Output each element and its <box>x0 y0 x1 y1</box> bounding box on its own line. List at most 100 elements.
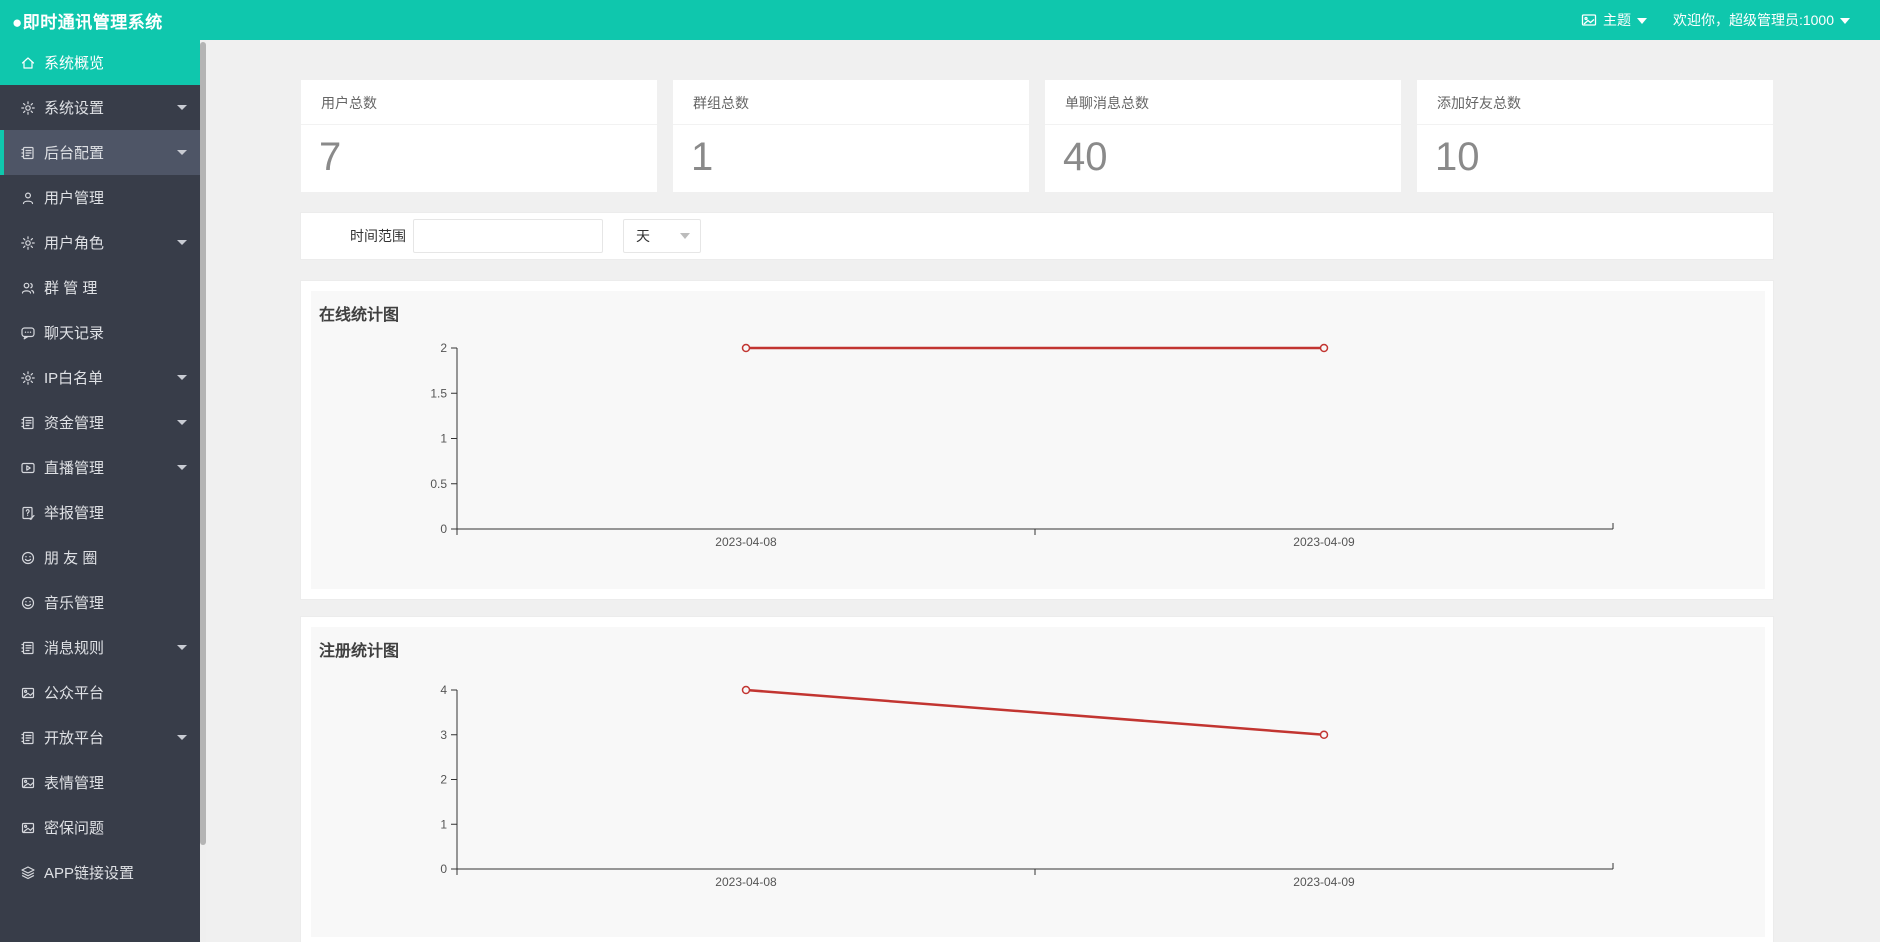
svg-text:2023-04-08: 2023-04-08 <box>715 535 777 549</box>
stats-row: 用户总数 7 群组总数 1 单聊消息总数 40 添加好友总数 10 <box>300 79 1774 193</box>
sidebar-item-9[interactable]: 直播管理 <box>0 445 200 490</box>
sidebar-item-6[interactable]: 聊天记录 <box>0 310 200 355</box>
chevron-down-icon <box>177 240 187 245</box>
sidebar-item-label: 资金管理 <box>44 415 105 432</box>
video-icon <box>20 460 36 476</box>
chart-title: 在线统计图 <box>319 307 400 324</box>
sidebar-item-label: 密保问题 <box>44 820 105 837</box>
image-icon <box>20 685 36 701</box>
gear-icon <box>20 370 36 386</box>
scrollbar-thumb[interactable] <box>200 42 206 845</box>
sidebar-item-label: 朋 友 圈 <box>44 550 98 567</box>
svg-text:4: 4 <box>440 683 447 697</box>
stat-value: 40 <box>1063 135 1108 179</box>
sidebar-item-label: 用户角色 <box>44 235 105 252</box>
clipboard-icon <box>20 640 36 656</box>
stat-value: 10 <box>1435 135 1480 179</box>
clipboard-icon <box>20 415 36 431</box>
welcome-text: 欢迎你，超级管理员:1000 <box>1672 12 1834 28</box>
stat-card-1: 群组总数 1 <box>672 79 1030 193</box>
sidebar-item-label: 系统概览 <box>44 55 105 72</box>
stat-card-3: 添加好友总数 10 <box>1416 79 1774 193</box>
online-chart-panel: 在线统计图 0 0.5 1 1.5 2 2023-04-08 2023-04-09 <box>300 280 1774 600</box>
sidebar-item-14[interactable]: 公众平台 <box>0 670 200 715</box>
sidebar-item-13[interactable]: 消息规则 <box>0 625 200 670</box>
register-chart-panel: 注册统计图 0 1 2 3 4 2023-04-08 2023-04-09 <box>300 616 1774 942</box>
chevron-down-icon <box>177 420 187 425</box>
svg-text:1: 1 <box>440 817 447 831</box>
app-title: ●即时通讯管理系统 <box>12 12 163 32</box>
clipboard-icon <box>20 730 36 746</box>
date-range-input[interactable] <box>413 219 603 253</box>
interval-select-value: 天 <box>636 228 650 244</box>
theme-menu[interactable]: 主题 <box>1581 10 1647 30</box>
stat-value: 1 <box>691 135 714 179</box>
sidebar-item-11[interactable]: 朋 友 圈 <box>0 535 200 580</box>
svg-text:2: 2 <box>440 341 447 355</box>
sidebar-item-8[interactable]: 资金管理 <box>0 400 200 445</box>
sidebar-item-label: 开放平台 <box>44 730 105 747</box>
sidebar-item-0[interactable]: 系统概览 <box>0 40 200 85</box>
register-line-chart: 0 1 2 3 4 2023-04-08 2023-04-09 <box>440 683 1614 889</box>
user-icon <box>20 190 36 206</box>
sidebar-item-label: 直播管理 <box>44 460 105 477</box>
user-menu[interactable]: 欢迎你，超级管理员:1000 <box>1673 10 1850 30</box>
sidebar-scrollbar[interactable] <box>200 40 206 942</box>
layers-icon <box>20 865 36 881</box>
sidebar-item-1[interactable]: 系统设置 <box>0 85 200 130</box>
chevron-down-icon <box>177 150 187 155</box>
svg-text:2023-04-09: 2023-04-09 <box>1293 875 1355 889</box>
online-line-chart: 0 0.5 1 1.5 2 2023-04-08 2023-04-09 <box>430 341 1614 549</box>
sidebar-item-label: 后台配置 <box>44 145 105 162</box>
stat-label: 群组总数 <box>673 80 1029 125</box>
main-content: 用户总数 7 群组总数 1 单聊消息总数 40 添加好友总数 10 时间范围 天 在线统计图 … <box>206 40 1880 942</box>
home-icon <box>20 55 36 71</box>
report-icon <box>20 505 36 521</box>
chevron-down-icon <box>177 465 187 470</box>
interval-select[interactable]: 天 <box>623 219 701 253</box>
svg-text:2: 2 <box>440 773 447 787</box>
stat-card-0: 用户总数 7 <box>300 79 658 193</box>
sidebar-item-10[interactable]: 举报管理 <box>0 490 200 535</box>
theme-icon <box>1581 12 1597 28</box>
sidebar-item-2[interactable]: 后台配置 <box>0 130 200 175</box>
sidebar-item-16[interactable]: 表情管理 <box>0 760 200 805</box>
sidebar-item-label: 聊天记录 <box>44 325 105 342</box>
chevron-down-icon <box>1840 18 1850 24</box>
smiley-icon <box>20 550 36 566</box>
sidebar-item-15[interactable]: 开放平台 <box>0 715 200 760</box>
users-icon <box>20 280 36 296</box>
chevron-down-icon <box>177 735 187 740</box>
chevron-down-icon <box>177 375 187 380</box>
gear-icon <box>20 100 36 116</box>
chevron-down-icon <box>1636 18 1647 24</box>
stat-label: 单聊消息总数 <box>1045 80 1401 125</box>
sidebar-item-label: 音乐管理 <box>44 595 105 612</box>
chat-icon <box>20 325 36 341</box>
clipboard-icon <box>20 145 36 161</box>
sidebar-item-7[interactable]: IP白名单 <box>0 355 200 400</box>
sidebar-item-3[interactable]: 用户管理 <box>0 175 200 220</box>
sidebar-item-label: APP链接设置 <box>44 865 135 882</box>
svg-text:1: 1 <box>440 432 447 446</box>
chevron-down-icon <box>680 233 690 239</box>
chevron-down-icon <box>177 645 187 650</box>
sidebar-item-17[interactable]: 密保问题 <box>0 805 200 850</box>
svg-text:0: 0 <box>440 522 447 536</box>
sidebar-item-12[interactable]: 音乐管理 <box>0 580 200 625</box>
chart-title: 注册统计图 <box>319 643 400 660</box>
sidebar-item-label: 系统设置 <box>44 100 105 117</box>
stat-label: 添加好友总数 <box>1417 80 1773 125</box>
sidebar-item-label: 表情管理 <box>44 775 105 792</box>
stat-value: 7 <box>319 135 342 179</box>
svg-text:2023-04-08: 2023-04-08 <box>715 875 777 889</box>
filter-label: 时间范围 <box>350 228 406 244</box>
image-icon <box>20 820 36 836</box>
sidebar-item-label: 公众平台 <box>44 685 105 702</box>
image-icon <box>20 775 36 791</box>
sidebar-item-18[interactable]: APP链接设置 <box>0 850 200 895</box>
sidebar-item-4[interactable]: 用户角色 <box>0 220 200 265</box>
smiley-icon <box>20 595 36 611</box>
svg-text:3: 3 <box>440 728 447 742</box>
sidebar-item-5[interactable]: 群 管 理 <box>0 265 200 310</box>
